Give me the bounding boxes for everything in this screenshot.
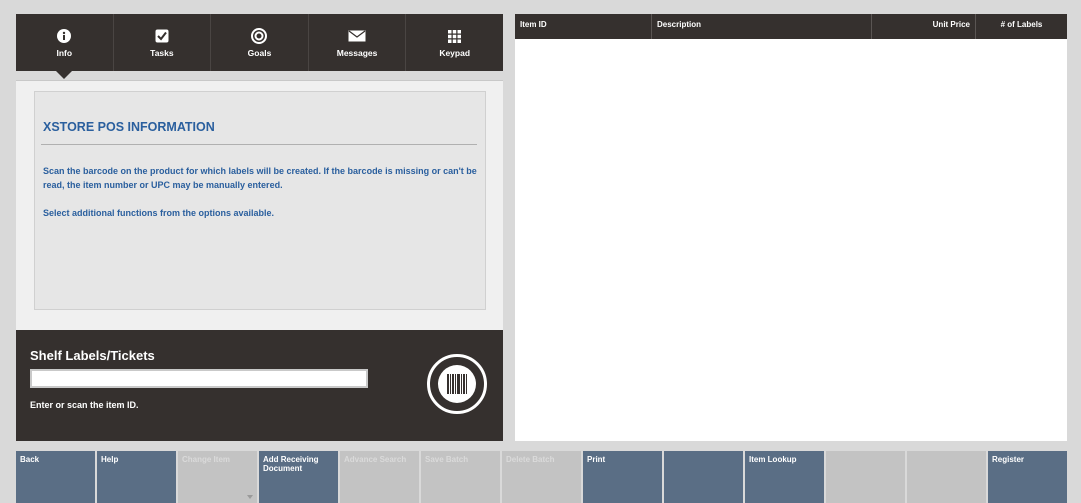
barcode-icon [438, 365, 476, 403]
chevron-down-icon [247, 495, 253, 499]
keypad-icon [448, 27, 462, 45]
item-lookup-button[interactable]: Item Lookup [745, 451, 824, 503]
scan-hint: Enter or scan the item ID. [30, 400, 139, 410]
tab-info[interactable]: Info [16, 14, 114, 79]
info-text: Scan the barcode on the product for whic… [43, 164, 483, 234]
target-icon [251, 27, 268, 45]
blank-button[interactable] [664, 451, 743, 503]
checkbox-icon [155, 27, 169, 45]
tab-bar: Info Tasks Goals Messages Keypad [16, 14, 503, 79]
column-header-description[interactable]: Description [652, 14, 872, 39]
tab-label: Keypad [439, 48, 471, 58]
column-header-item-id[interactable]: Item ID [515, 14, 652, 39]
register-button[interactable]: Register [988, 451, 1067, 503]
tab-messages[interactable]: Messages [309, 14, 407, 71]
blank-button[interactable] [826, 451, 905, 503]
add-receiving-document-button[interactable]: Add Receiving Document [259, 451, 338, 503]
help-button[interactable]: Help [97, 451, 176, 503]
item-id-input[interactable] [30, 369, 368, 388]
info-paragraph: Scan the barcode on the product for whic… [43, 166, 477, 190]
tab-label: Goals [247, 48, 272, 58]
advance-search-button[interactable]: Advance Search [340, 451, 419, 503]
print-button[interactable]: Print [583, 451, 662, 503]
column-header-unit-price[interactable]: Unit Price [872, 14, 976, 39]
tab-tasks[interactable]: Tasks [114, 14, 212, 71]
function-button-bar: Back Help Change Item Add Receiving Docu… [16, 451, 1067, 503]
tab-label: Tasks [150, 48, 174, 58]
back-button[interactable]: Back [16, 451, 95, 503]
delete-batch-button[interactable]: Delete Batch [502, 451, 581, 503]
info-card: XSTORE POS INFORMATION Scan the barcode … [34, 91, 486, 310]
tab-label: Messages [336, 48, 378, 58]
blank-button[interactable] [907, 451, 986, 503]
info-title: XSTORE POS INFORMATION [43, 120, 215, 134]
divider [41, 144, 477, 145]
tab-goals[interactable]: Goals [211, 14, 309, 71]
scan-panel: Shelf Labels/Tickets Enter or scan the i… [16, 330, 503, 441]
tab-label: Info [56, 48, 73, 58]
tab-keypad[interactable]: Keypad [406, 14, 503, 71]
change-item-button[interactable]: Change Item [178, 451, 257, 503]
left-panel: Info Tasks Goals Messages Keypad XSTORE … [16, 14, 503, 441]
button-label: Change Item [182, 455, 231, 464]
envelope-icon [348, 27, 366, 45]
info-area: XSTORE POS INFORMATION Scan the barcode … [16, 80, 503, 331]
save-batch-button[interactable]: Save Batch [421, 451, 500, 503]
items-table: Item ID Description Unit Price # of Labe… [515, 14, 1067, 441]
info-paragraph: Select additional functions from the opt… [43, 208, 275, 218]
barcode-scan-button[interactable] [427, 354, 487, 414]
active-tab-pointer [56, 71, 73, 79]
scan-title: Shelf Labels/Tickets [30, 348, 155, 363]
info-icon [57, 27, 72, 45]
table-header: Item ID Description Unit Price # of Labe… [515, 14, 1067, 39]
column-header-num-labels[interactable]: # of Labels [976, 14, 1067, 39]
